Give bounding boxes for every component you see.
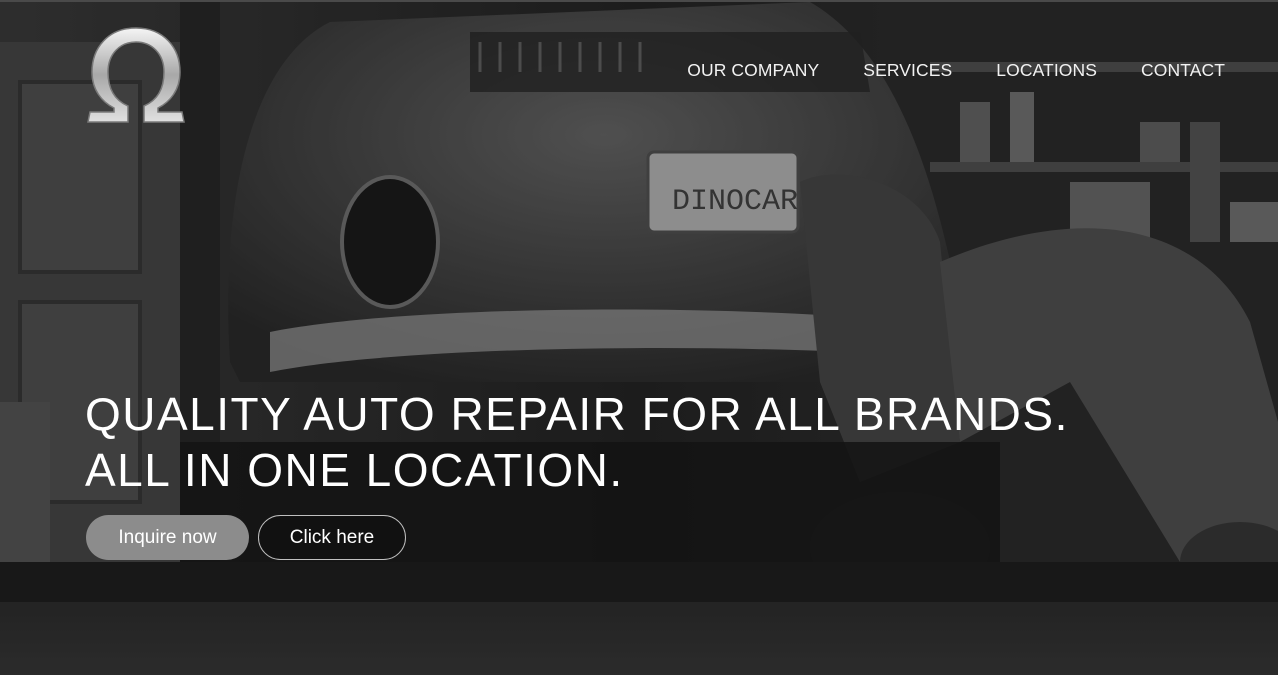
main-nav: OUR COMPANY SERVICES LOCATIONS CONTACT [687,60,1225,81]
headline-line-2: ALL IN ONE LOCATION. [85,444,624,496]
click-here-button[interactable]: Click here [258,515,406,560]
nav-locations[interactable]: LOCATIONS [996,60,1097,81]
nav-services[interactable]: SERVICES [863,60,952,81]
hero-section: DINOCAR OUR COMPANY SERVICES LOCATIONS C… [0,0,1278,675]
omega-icon[interactable] [84,22,188,126]
nav-our-company[interactable]: OUR COMPANY [687,60,819,81]
hero-headline: QUALITY AUTO REPAIR FOR ALL BRANDS. ALL … [85,386,1185,498]
headline-line-1: QUALITY AUTO REPAIR FOR ALL BRANDS. [85,388,1069,440]
inquire-now-button[interactable]: Inquire now [86,515,249,560]
nav-contact[interactable]: CONTACT [1141,60,1225,81]
hero-overlay [0,2,1278,675]
